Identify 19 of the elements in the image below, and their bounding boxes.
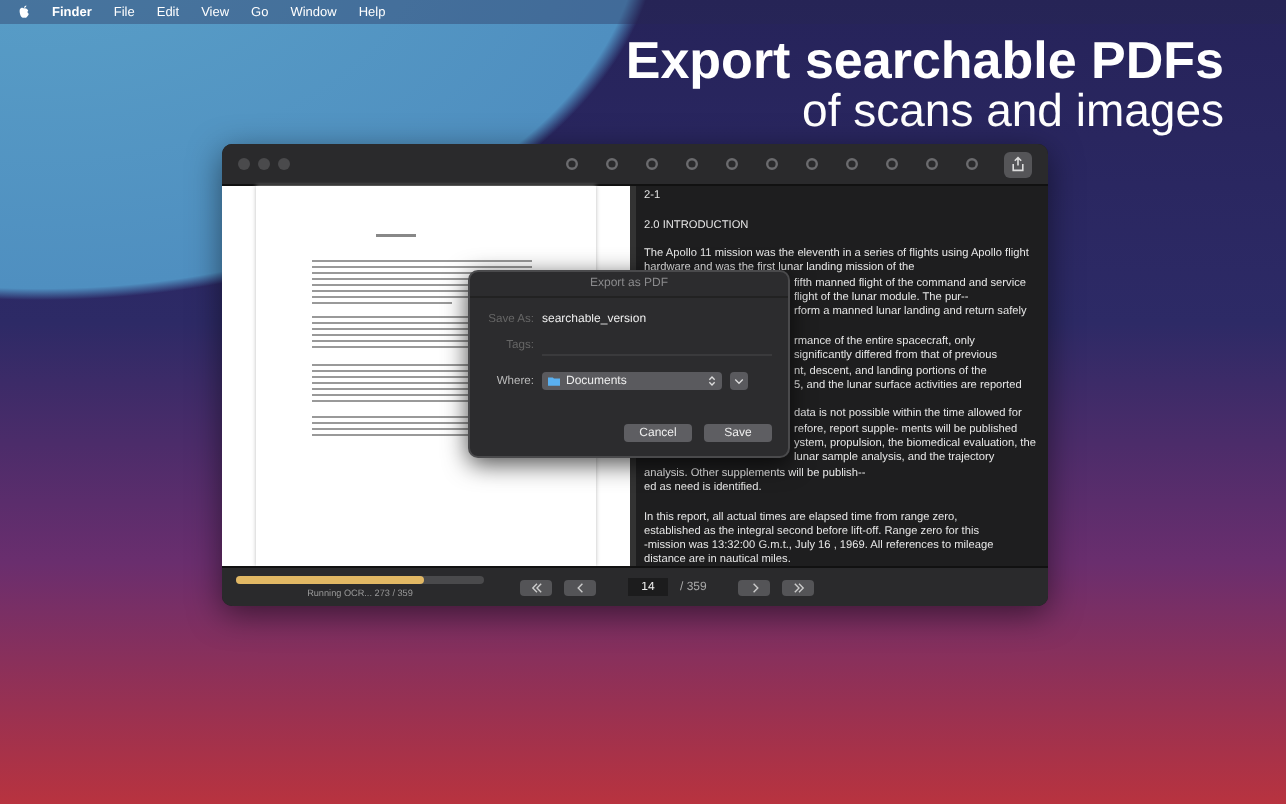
- chevron-right-icon: [747, 581, 762, 593]
- chevron-down-icon: [734, 377, 744, 385]
- previous-page-button[interactable]: [564, 579, 596, 595]
- expand-button[interactable]: [730, 372, 748, 390]
- stepper-icon: [708, 374, 716, 388]
- close-button[interactable]: [238, 158, 250, 170]
- double-chevron-right-icon: [791, 581, 806, 593]
- first-page-button[interactable]: [520, 579, 552, 595]
- minimize-button[interactable]: [258, 158, 270, 170]
- zoom-button[interactable]: [278, 158, 290, 170]
- last-page-button[interactable]: [782, 579, 815, 595]
- apple-icon[interactable]: [18, 4, 30, 20]
- share-button[interactable]: [1004, 151, 1032, 177]
- double-chevron-left-icon: [529, 581, 543, 593]
- headline-subtitle: of scans and images: [802, 88, 1224, 134]
- headline-title: Export searchable PDFs: [625, 34, 1224, 86]
- share-icon: [1010, 156, 1026, 172]
- next-page-button[interactable]: [738, 579, 771, 595]
- chevron-left-icon: [573, 581, 587, 593]
